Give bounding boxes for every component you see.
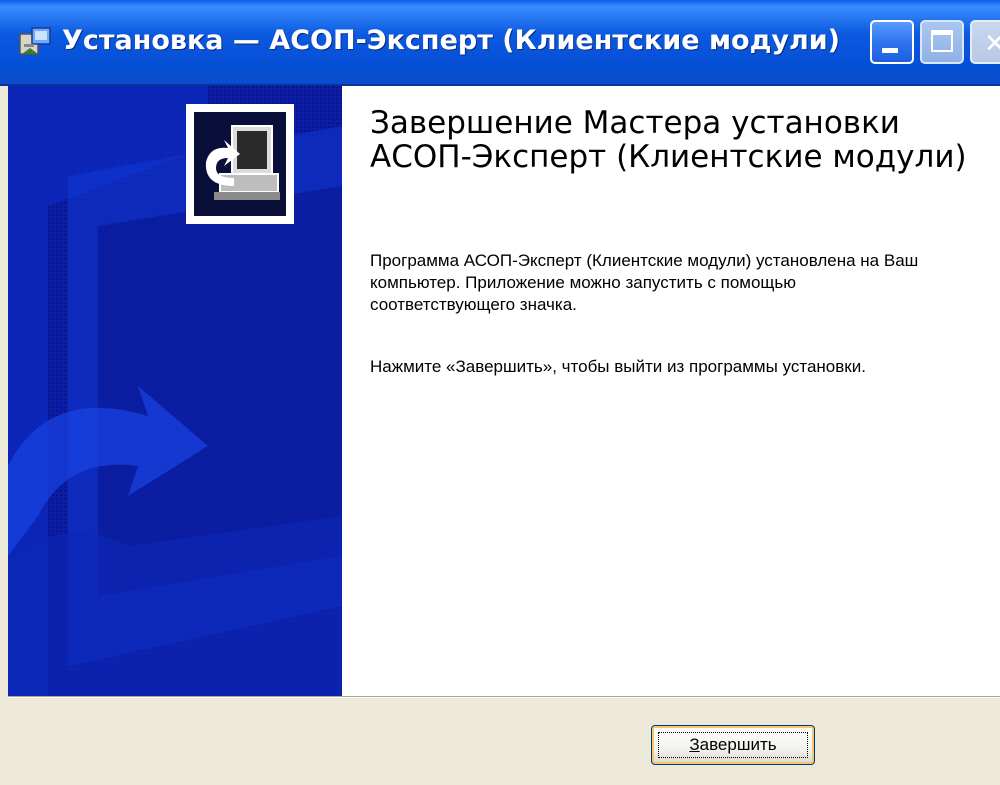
finish-instruction: Нажмите «Завершить», чтобы выйти из прог…	[370, 357, 866, 376]
page-title: Завершение Мастера установки АСОП-Экспер…	[370, 105, 967, 175]
maximize-icon	[931, 30, 953, 52]
button-bar: Завершить	[8, 696, 1000, 785]
close-button[interactable]: ✕	[970, 20, 1000, 64]
install-complete-message: Программа АСОП-Эксперт (Клиентские модул…	[370, 251, 919, 314]
close-icon: ✕	[984, 28, 1000, 58]
wizard-banner-image	[8, 86, 342, 696]
minimize-icon	[882, 48, 898, 53]
computer-setup-icon	[186, 104, 294, 224]
setup-wizard-window: Установка — АСОП-Эксперт (Клиентские мод…	[0, 0, 1000, 785]
finish-label: авершить	[699, 735, 777, 754]
installer-icon	[18, 24, 52, 58]
wizard-content: Завершение Мастера установки АСОП-Экспер…	[342, 86, 1000, 696]
finish-button[interactable]: Завершить	[651, 725, 815, 765]
minimize-button[interactable]	[870, 20, 914, 64]
maximize-button[interactable]	[920, 20, 964, 64]
window-title: Установка — АСОП-Эксперт (Клиентские мод…	[62, 25, 841, 56]
finish-button-focus-rect: Завершить	[658, 732, 808, 758]
finish-mnemonic: З	[689, 735, 700, 754]
title-bar[interactable]: Установка — АСОП-Эксперт (Клиентские мод…	[0, 0, 1000, 86]
